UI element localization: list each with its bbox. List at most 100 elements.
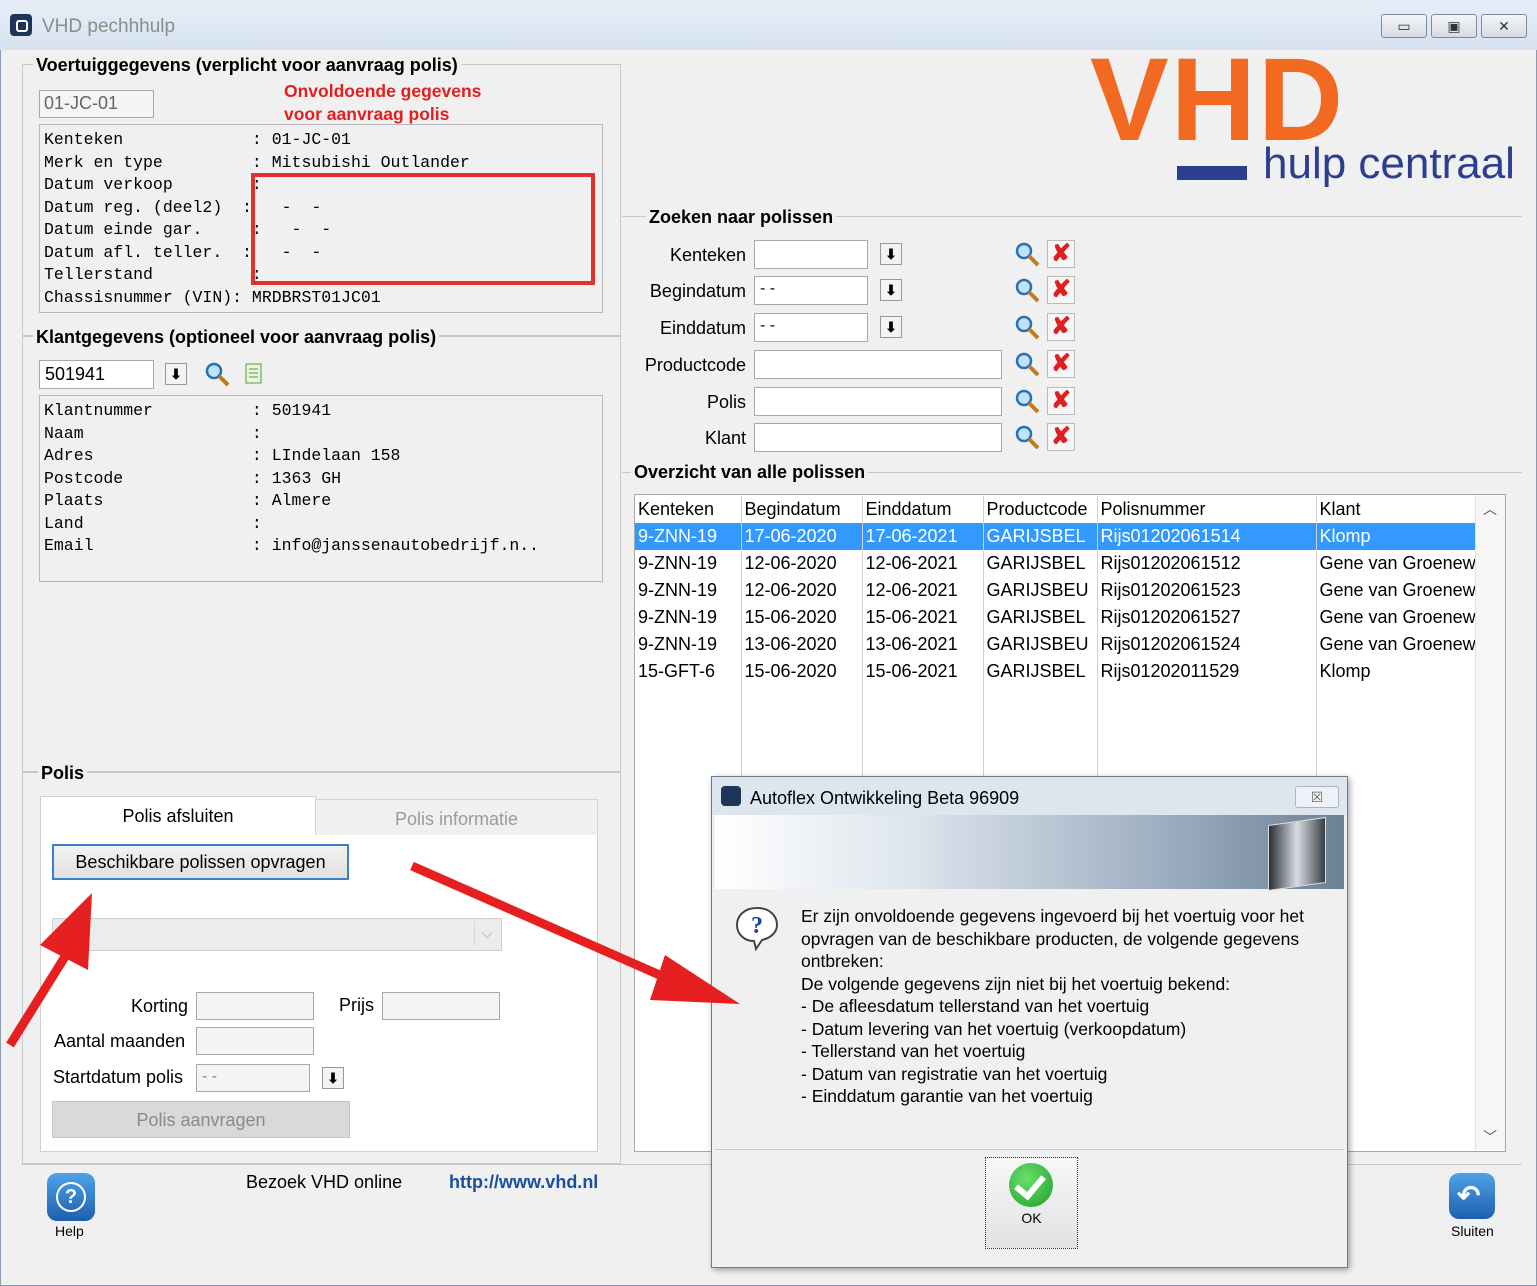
vhd-logo: VHD hulp centraal	[1085, 40, 1525, 192]
table-cell: GARIJSBEU	[983, 577, 1098, 604]
prijs-input[interactable]	[382, 992, 500, 1020]
table-cell: 15-06-2020	[741, 658, 863, 685]
search-label-einddatum: Einddatum	[659, 318, 746, 338]
scroll-up-icon[interactable]: ︿	[1483, 499, 1497, 519]
table-row[interactable]: 9-ZNN-19 12-06-2020 12-06-2021 GARIJSBEL Rij…	[635, 550, 1480, 577]
search-label-kenteken: Kenteken	[669, 245, 746, 265]
customer-number-input[interactable]: 501941	[39, 360, 154, 389]
undo-icon: ↶	[1457, 1180, 1481, 1211]
vehicle-plate-field[interactable]: 01-JC-01	[39, 90, 154, 118]
clear-icon[interactable]: ✘	[1047, 276, 1075, 304]
question-icon: ?	[735, 906, 779, 951]
startdatum-label: Startdatum polis	[53, 1067, 184, 1087]
tab-polis-informatie[interactable]: Polis informatie	[315, 799, 598, 835]
scroll-down-icon[interactable]: ﹀	[1483, 1127, 1497, 1147]
window-title: VHD pechhhulp	[42, 16, 176, 37]
table-cell: 15-06-2020	[741, 604, 863, 631]
search-group-title: Zoeken naar polissen	[646, 207, 837, 228]
aantal-maanden-input[interactable]	[196, 1027, 314, 1055]
polis-aanvragen-button[interactable]: Polis aanvragen	[52, 1101, 350, 1138]
table-row[interactable]: 9-ZNN-19 13-06-2020 13-06-2021 GARIJSBEU Rij…	[635, 631, 1480, 658]
table-row[interactable]: 9-ZNN-19 15-06-2020 15-06-2021 GARIJSBEL Rij…	[635, 604, 1480, 631]
help-label: Help	[55, 1223, 84, 1239]
table-row[interactable]: 9-ZNN-19 12-06-2020 12-06-2021 GARIJSBEU Rij…	[635, 577, 1480, 604]
search-input-einddatum[interactable]: - -	[754, 313, 868, 342]
dialog-app-icon	[721, 786, 741, 806]
search-input-begindatum[interactable]: - -	[754, 276, 868, 305]
column-header[interactable]: Polisnummer	[1097, 496, 1317, 523]
table-cell: GARIJSBEL	[983, 658, 1098, 685]
table-cell: 9-ZNN-19	[635, 523, 742, 550]
column-header[interactable]: Kenteken	[635, 496, 742, 523]
table-cell: GARIJSBEL	[983, 523, 1098, 550]
customer-dropdown-icon[interactable]: ⬇	[165, 363, 187, 385]
search-icon[interactable]	[1013, 276, 1041, 304]
table-cell: Rijs01202061524	[1097, 631, 1317, 658]
sluiten-button[interactable]: ↶	[1449, 1173, 1495, 1219]
ok-button[interactable]: OK	[985, 1157, 1078, 1249]
search-dropdown-icon[interactable]: ⬇	[880, 279, 902, 301]
maximize-button[interactable]: ▣	[1431, 14, 1477, 38]
help-button[interactable]: ?	[47, 1173, 95, 1221]
search-icon[interactable]	[1013, 240, 1041, 268]
startdatum-dropdown-icon[interactable]: ⬇	[322, 1067, 344, 1089]
clear-icon[interactable]: ✘	[1047, 313, 1075, 341]
dialog-title-bar: Autoflex Ontwikkeling Beta 96909 ☒	[712, 777, 1347, 815]
column-header[interactable]: Klant	[1316, 496, 1480, 523]
column-header[interactable]: Productcode	[983, 496, 1098, 523]
table-scrollbar[interactable]: ︿ ﹀	[1475, 495, 1505, 1150]
search-input-klant[interactable]	[754, 423, 1002, 452]
warning-line-1: Onvoldoende gegevens	[284, 81, 482, 101]
table-row[interactable]: 15-GFT-6 15-06-2020 15-06-2021 GARIJSBEL Rij…	[635, 658, 1480, 685]
policy-table: Kenteken Begindatum Einddatum Productcode Po…	[635, 496, 1480, 685]
table-cell: 13-06-2020	[741, 631, 863, 658]
clear-icon[interactable]: ✘	[1047, 240, 1075, 268]
search-input-polis[interactable]	[754, 387, 1002, 416]
dialog-close-button[interactable]: ☒	[1295, 786, 1339, 808]
warning-line-2: voor aanvraag polis	[284, 103, 450, 124]
insufficient-data-warning: Onvoldoende gegevens voor aanvraag polis	[284, 80, 481, 125]
search-dropdown-icon[interactable]: ⬇	[880, 243, 902, 265]
search-input-productcode[interactable]	[754, 350, 1002, 379]
table-cell: Rijs01202061527	[1097, 604, 1317, 631]
message-dialog: Autoflex Ontwikkeling Beta 96909 ☒ ? Er …	[711, 776, 1348, 1268]
table-cell: 15-06-2021	[862, 658, 984, 685]
minimize-button[interactable]: ▭	[1381, 14, 1427, 38]
search-icon[interactable]	[1013, 313, 1041, 341]
table-cell: 15-06-2021	[862, 604, 984, 631]
clear-icon[interactable]: ✘	[1047, 350, 1075, 378]
search-dropdown-icon[interactable]: ⬇	[880, 316, 902, 338]
tab-polis-afsluiten[interactable]: Polis afsluiten	[40, 796, 316, 835]
table-cell: 13-06-2021	[862, 631, 984, 658]
startdatum-input[interactable]: - -	[196, 1064, 310, 1092]
request-policies-button[interactable]: Beschikbare polissen opvragen	[52, 844, 349, 880]
search-icon[interactable]	[1013, 387, 1041, 415]
sluiten-label: Sluiten	[1451, 1223, 1494, 1239]
product-select[interactable]: ⌵	[52, 918, 502, 951]
search-input-kenteken[interactable]	[754, 240, 868, 269]
search-icon[interactable]	[1013, 350, 1041, 378]
korting-label: Korting	[131, 996, 189, 1016]
chevron-down-icon: ⌵	[474, 921, 499, 946]
search-icon[interactable]	[1013, 423, 1041, 451]
clear-icon[interactable]: ✘	[1047, 423, 1075, 451]
table-cell: Gene van Groenew	[1316, 550, 1480, 577]
table-row[interactable]: 9-ZNN-19 17-06-2020 17-06-2021 GARIJSBEL Rij…	[635, 523, 1480, 550]
help-icon: ?	[56, 1182, 86, 1212]
customer-details-icon[interactable]	[244, 363, 264, 385]
table-cell: Rijs01202061512	[1097, 550, 1317, 577]
vhd-website-link[interactable]: http://www.vhd.nl	[449, 1172, 598, 1193]
table-cell: Rijs01202061523	[1097, 577, 1317, 604]
table-cell: Gene van Groenew	[1316, 631, 1480, 658]
table-cell: Klomp	[1316, 523, 1480, 550]
column-header[interactable]: Einddatum	[862, 496, 984, 523]
close-button[interactable]: ✕	[1481, 14, 1527, 38]
search-label-begindatum: Begindatum	[649, 281, 746, 301]
dialog-title: Autoflex Ontwikkeling Beta 96909	[750, 788, 1020, 808]
korting-input[interactable]	[196, 992, 314, 1020]
search-label-productcode: Productcode	[644, 355, 746, 375]
customer-search-icon[interactable]	[203, 360, 231, 388]
clear-icon[interactable]: ✘	[1047, 387, 1075, 415]
table-cell: Klomp	[1316, 658, 1480, 685]
column-header[interactable]: Begindatum	[741, 496, 863, 523]
